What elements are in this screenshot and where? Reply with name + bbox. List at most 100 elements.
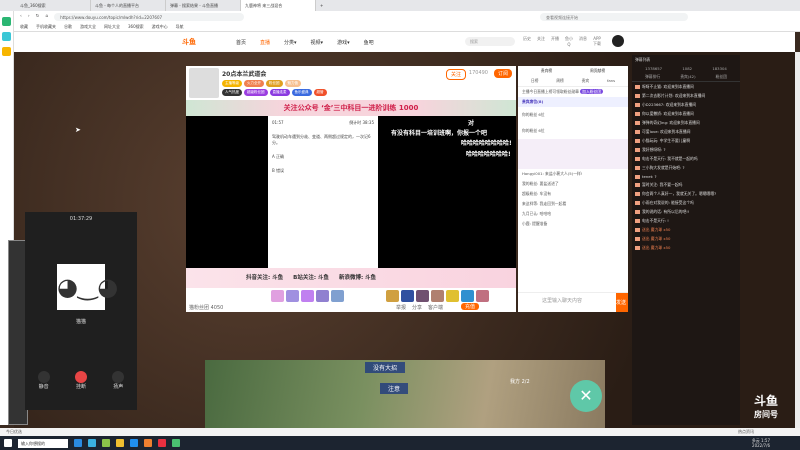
recharge-button[interactable]: 充值: [461, 303, 480, 310]
bookmark[interactable]: 网址大全: [104, 24, 120, 29]
report-link[interactable]: 举报: [396, 304, 406, 311]
danmaku: 有没有科目一培训班啊，你报一个吧: [391, 130, 488, 137]
subscribe-button[interactable]: 订阅: [493, 69, 512, 78]
tab[interactable]: 周榜: [556, 78, 564, 84]
gift-item[interactable]: [331, 290, 344, 302]
browser-tab[interactable]: 斗鱼 - 每个人的直播平台: [91, 0, 166, 11]
reload-icon[interactable]: ↻: [36, 14, 40, 19]
gift-item[interactable]: [401, 290, 414, 302]
bookmark[interactable]: 游戏中心: [152, 24, 168, 29]
bookmark[interactable]: 游戏大全: [80, 24, 96, 29]
user-avatar[interactable]: [612, 35, 624, 47]
bookmark[interactable]: 谷歌: [64, 24, 72, 29]
browser-tab-active[interactable]: 九鹿神将 来三战混合: [241, 0, 316, 11]
danmu-tab[interactable]: 弹幕排行: [645, 74, 660, 80]
game-video[interactable]: 没有大招 注意 我方 2/2 ✕: [205, 360, 605, 428]
message-icon[interactable]: 消息: [578, 36, 588, 48]
vip-user[interactable]: 你的粉丝 6位: [518, 123, 628, 139]
gift-item[interactable]: [286, 290, 299, 302]
home-icon[interactable]: ⌂: [45, 14, 48, 19]
start-icon[interactable]: [4, 439, 12, 447]
badge[interactable]: 鱼乐盛典: [291, 89, 312, 96]
nav-games[interactable]: 游戏▾: [337, 39, 350, 46]
gift-item[interactable]: [476, 290, 489, 302]
chat-input[interactable]: 这里输入聊天内容: [518, 293, 616, 312]
follow-button[interactable]: 关注: [445, 69, 466, 80]
badge[interactable]: 人气热度: [222, 89, 242, 96]
bookmark[interactable]: 收藏: [20, 24, 28, 29]
app-download-icon[interactable]: APP下载: [592, 36, 602, 48]
social-douyin: 抖音关注: 斗鱼: [246, 275, 284, 281]
danmu-tab[interactable]: 粉丝团: [716, 74, 727, 80]
broadcast-icon[interactable]: 开播: [550, 36, 560, 48]
wechat-icon[interactable]: [172, 439, 180, 447]
scrollbar[interactable]: [795, 52, 800, 428]
edge-icon[interactable]: [88, 439, 96, 447]
badge[interactable]: 直播连麦: [269, 89, 290, 96]
bookmark[interactable]: 360搜索: [128, 24, 144, 29]
tab[interactable]: 贵宾: [582, 78, 590, 84]
browser-tab[interactable]: 弹幕 - 搜索结果 - 斗鱼直播: [166, 0, 241, 11]
app-icon[interactable]: [158, 439, 166, 447]
site-search-input[interactable]: 搜索: [465, 37, 515, 46]
forward-icon[interactable]: ›: [28, 14, 30, 19]
gift-item[interactable]: [316, 290, 329, 302]
follow-count: 170490: [468, 70, 488, 76]
browser-tab[interactable]: 斗鱼_360搜索: [16, 0, 91, 11]
explorer-icon[interactable]: [116, 439, 124, 447]
app-icon[interactable]: [2, 32, 11, 41]
gift-item[interactable]: [386, 290, 399, 302]
follow-icon[interactable]: 关注: [536, 36, 546, 48]
app-icon[interactable]: [74, 439, 82, 447]
badge[interactable]: 超管: [313, 89, 327, 96]
nav-category[interactable]: 分类▾: [284, 39, 297, 46]
hangup-button[interactable]: 挂断: [74, 371, 87, 390]
assistant-icon[interactable]: 鱼小Q: [564, 36, 574, 48]
promo-banner[interactable]: 关注公众号 ‘金’三中科目一进阶训练 1000: [186, 100, 516, 116]
speaker-button[interactable]: 扬声: [112, 371, 125, 390]
rank-tab[interactable]: 贵宾榜: [541, 68, 552, 74]
rank-tab[interactable]: 周贡献榜: [590, 68, 605, 74]
video-area[interactable]: 01:57 倒计时 38:35 驾驶机动车遇到分歧、变道、两侧超过规定的，一次记6…: [186, 116, 516, 268]
bookmark[interactable]: 导航: [176, 24, 184, 29]
bookmark[interactable]: 手机收藏夹: [36, 24, 56, 29]
client-link[interactable]: 客户端: [428, 304, 443, 311]
share-link[interactable]: 分享: [412, 304, 422, 311]
tab[interactable]: 日榜: [531, 78, 539, 84]
danmu-tab[interactable]: 贵宾(42): [680, 74, 695, 80]
send-button[interactable]: 发送: [616, 293, 628, 312]
history-icon[interactable]: 历史: [522, 36, 532, 48]
browser-search-input[interactable]: 查看视频连接开始: [540, 13, 688, 21]
gift-item[interactable]: [446, 290, 459, 302]
gift-item[interactable]: [301, 290, 314, 302]
app-icon[interactable]: [144, 439, 152, 447]
gift-item[interactable]: [416, 290, 429, 302]
tab[interactable]: fans: [607, 78, 615, 84]
app-icon[interactable]: [102, 439, 110, 447]
vip-user[interactable]: 你的粉丝 6位: [518, 107, 628, 123]
nav-live[interactable]: 直播: [260, 39, 270, 46]
app-icon[interactable]: [130, 439, 138, 447]
close-icon[interactable]: ✕: [570, 380, 602, 412]
join-fan-button[interactable]: 加入粉丝团: [580, 89, 604, 94]
option-b: B 错误: [272, 168, 285, 173]
contact-name: 猫猫: [75, 319, 86, 325]
badge[interactable]: 超级粉丝团: [244, 89, 268, 96]
nav-yuba[interactable]: 鱼吧: [364, 39, 374, 46]
gift-item[interactable]: [431, 290, 444, 302]
app-icon[interactable]: [2, 17, 11, 26]
social-bar: 抖音关注: 斗鱼 B站关注: 斗鱼 新浪微博: 斗鱼: [186, 268, 516, 288]
nav-video[interactable]: 视频▾: [311, 39, 324, 46]
nav-home[interactable]: 首页: [236, 39, 246, 46]
back-icon[interactable]: ‹: [20, 14, 22, 19]
url-input[interactable]: https://www.douyu.com/topic/mlwdh?rid=22…: [54, 12, 245, 21]
clock-date[interactable]: 2022/7/6: [752, 443, 770, 448]
gift-item[interactable]: [271, 290, 284, 302]
app-icon[interactable]: [2, 47, 11, 56]
new-tab-button[interactable]: +: [316, 0, 328, 11]
streamer-avatar[interactable]: [189, 68, 219, 98]
douyu-logo[interactable]: 斗鱼: [182, 37, 222, 47]
gift-item[interactable]: [461, 290, 474, 302]
mute-button[interactable]: 静音: [37, 371, 50, 390]
taskbar-search[interactable]: 输入你想搜的: [18, 438, 68, 448]
